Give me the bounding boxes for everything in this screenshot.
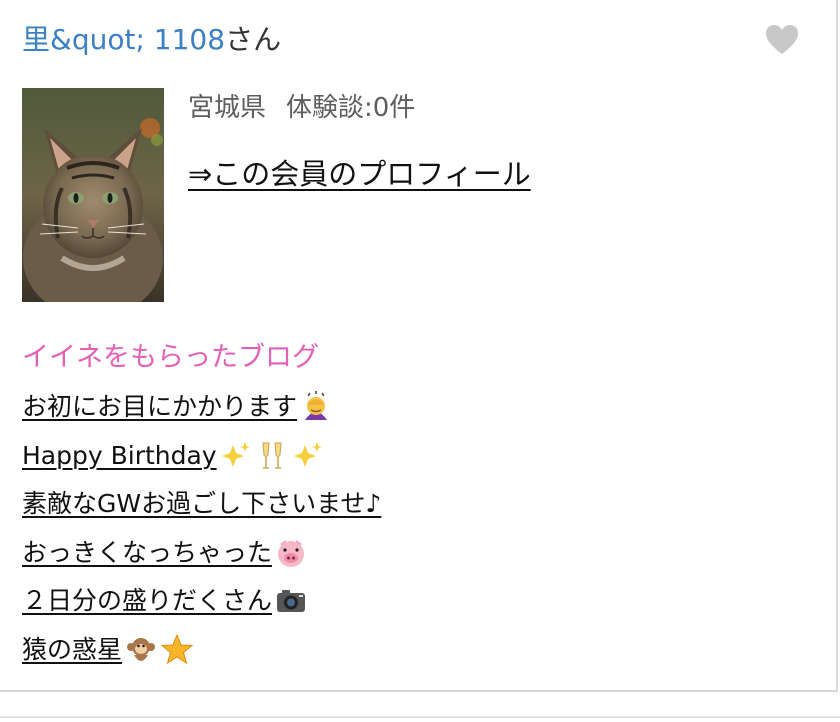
blog-title: ２日分の盛りだくさん [22, 586, 273, 616]
blog-link[interactable]: おっきくなっちゃった [22, 533, 308, 573]
pig-face-icon [274, 536, 308, 570]
blog-link[interactable]: ２日分の盛りだくさん [22, 581, 308, 621]
blog-link[interactable]: お初にお目にかかります [22, 387, 333, 427]
list-item: ２日分の盛りだくさん [22, 581, 381, 630]
liked-blogs-list: お初にお目にかかります Happy Birthday 素敵なGWお過ごし下さいま… [22, 387, 381, 679]
blog-title: Happy Birthday [22, 440, 217, 470]
list-item: 素敵なGWお過ごし下さいませ♪ [22, 484, 381, 533]
member-info: 宮城県 体験談:0件 [188, 90, 415, 126]
bowing-woman-icon [299, 390, 333, 424]
list-item: お初にお目にかかります [22, 387, 381, 436]
monkey-icon [124, 633, 158, 667]
list-item: Happy Birthday [22, 436, 381, 485]
member-card: 里&quot; 1108さん 宮城県 体験談:0件 ⇒この会員のプロフィール イ… [0, 0, 838, 692]
sparkles-icon [291, 439, 325, 473]
blog-title: 素敵なGWお過ごし下さいませ♪ [22, 489, 382, 519]
member-name-suffix: さん [225, 23, 282, 56]
camera-icon [274, 584, 308, 618]
blog-title: おっきくなっちゃった [22, 537, 273, 567]
member-name: 里&quot; 1108さん [22, 22, 281, 58]
champagne-icon [255, 439, 289, 473]
prefecture: 宮城県 [188, 93, 267, 123]
experience-count: 体験談:0件 [286, 93, 416, 123]
blog-title: お初にお目にかかります [22, 392, 298, 421]
blog-link[interactable]: 素敵なGWお過ごし下さいませ♪ [22, 484, 381, 524]
blog-link[interactable]: 猿の惑星 [22, 630, 194, 670]
sparkles-icon [219, 439, 253, 473]
liked-blogs-title: イイネをもらったブログ [22, 342, 319, 373]
profile-link[interactable]: ⇒この会員のプロフィール [188, 154, 531, 194]
list-item: おっきくなっちゃった [22, 533, 381, 582]
blog-link[interactable]: Happy Birthday [22, 436, 325, 476]
member-name-link[interactable]: 里&quot; 1108 [22, 23, 225, 56]
list-item: 猿の惑星 [22, 630, 381, 679]
divider [0, 716, 840, 718]
star-icon [160, 633, 194, 667]
heart-icon[interactable] [762, 20, 802, 60]
avatar[interactable] [22, 88, 164, 302]
blog-title: 猿の惑星 [22, 634, 123, 664]
